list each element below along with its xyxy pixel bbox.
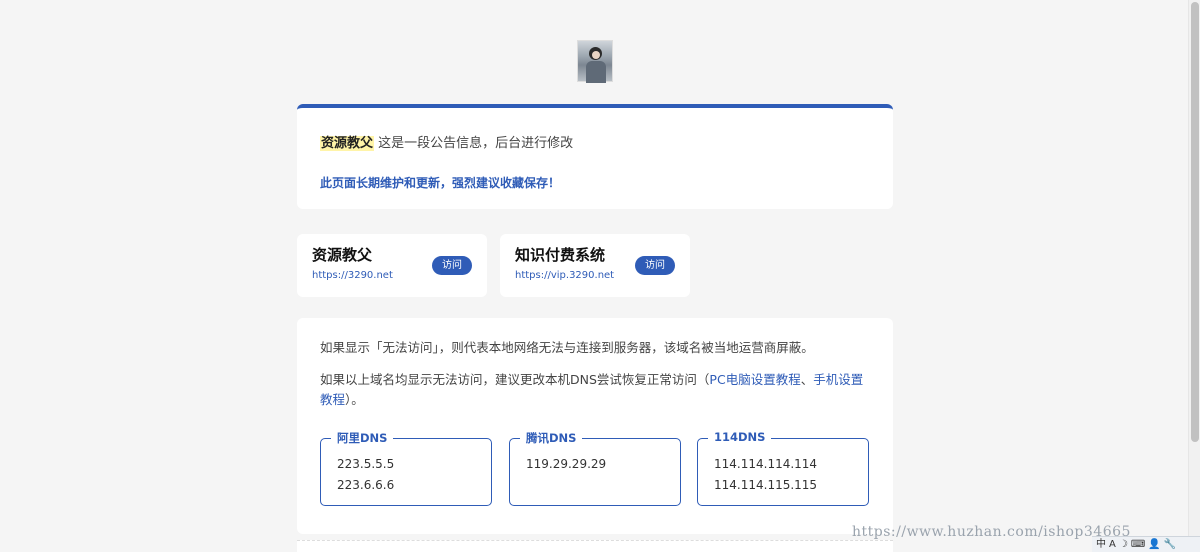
ime-lang-icon[interactable]: 中 xyxy=(1096,538,1106,552)
blocked-explanation: 如果显示「无法访问」，则代表本地网络无法与连接到服务器，该域名被当地运营商屏蔽。 xyxy=(320,340,814,355)
dns-ip: 119.29.29.29 xyxy=(526,457,607,471)
ime-toolbar: 中 A ☽ ⌨ 👤 🔧 xyxy=(1092,536,1200,552)
ime-keyboard-icon[interactable]: ⌨ xyxy=(1131,538,1145,552)
ime-moon-icon[interactable]: ☽ xyxy=(1119,538,1128,552)
dns-box-ali: 阿里DNS 223.5.5.5 223.6.6.6 xyxy=(320,430,492,506)
avatar xyxy=(577,40,613,83)
notice-highlight: 此页面长期维护和更新，强烈建议收藏保存！ xyxy=(320,176,561,190)
separator: 、 xyxy=(800,372,814,387)
dns-label: 114DNS xyxy=(708,430,772,444)
dns-suggestion-end: ）。 xyxy=(345,392,364,407)
visit-button[interactable]: 访问 xyxy=(635,256,675,275)
avatar-face xyxy=(592,51,600,59)
page: 资源教父 这是一段公告信息，后台进行修改 此页面长期维护和更新，强烈建议收藏保存… xyxy=(0,0,1188,552)
ime-user-icon[interactable]: 👤 xyxy=(1148,538,1160,552)
ime-font-icon[interactable]: A xyxy=(1109,538,1116,552)
dns-box-114: 114DNS 114.114.114.114 114.114.115.115 xyxy=(697,430,869,506)
site-card-2: 知识付费系统 https://vip.3290.net 访问 xyxy=(500,234,690,297)
visit-button[interactable]: 访问 xyxy=(432,256,472,275)
site-name: 知识付费系统 xyxy=(515,246,606,264)
avatar-body xyxy=(586,61,606,83)
dns-ip: 223.6.6.6 xyxy=(337,478,395,492)
notice-tag: 资源教父 xyxy=(320,136,375,151)
dns-info-card: 如果显示「无法访问」，则代表本地网络无法与连接到服务器，该域名被当地运营商屏蔽。… xyxy=(297,318,893,534)
scrollbar[interactable] xyxy=(1188,0,1200,552)
notice-card: 资源教父 这是一段公告信息，后台进行修改 此页面长期维护和更新，强烈建议收藏保存… xyxy=(297,104,893,209)
watermark: https://www.huzhan.com/ishop34665 xyxy=(852,524,1131,540)
site-name: 资源教父 xyxy=(312,246,373,264)
site-url[interactable]: https://3290.net xyxy=(312,270,393,281)
dns-box-tencent: 腾讯DNS 119.29.29.29 xyxy=(509,430,681,506)
next-card-edge xyxy=(297,540,893,552)
pc-tutorial-link[interactable]: PC电脑设置教程 xyxy=(709,372,800,387)
dns-label: 阿里DNS xyxy=(331,430,394,446)
dns-ip: 223.5.5.5 xyxy=(337,457,395,471)
site-card-1: 资源教父 https://3290.net 访问 xyxy=(297,234,487,297)
notice-line: 资源教父 这是一段公告信息，后台进行修改 xyxy=(320,132,573,151)
dns-label: 腾讯DNS xyxy=(520,430,583,446)
ime-wrench-icon[interactable]: 🔧 xyxy=(1164,538,1176,552)
dns-suggestion-text: 如果以上域名均显示无法访问，建议更改本机DNS尝试恢复正常访问（ xyxy=(320,372,710,387)
dns-ip: 114.114.115.115 xyxy=(714,478,818,492)
notice-text: 这是一段公告信息，后台进行修改 xyxy=(374,136,574,151)
site-url[interactable]: https://vip.3290.net xyxy=(515,270,614,281)
dns-suggestion: 如果以上域名均显示无法访问，建议更改本机DNS尝试恢复正常访问（PC电脑设置教程… xyxy=(320,370,875,410)
dns-ip: 114.114.114.114 xyxy=(714,457,818,471)
scrollbar-thumb[interactable] xyxy=(1191,2,1199,442)
